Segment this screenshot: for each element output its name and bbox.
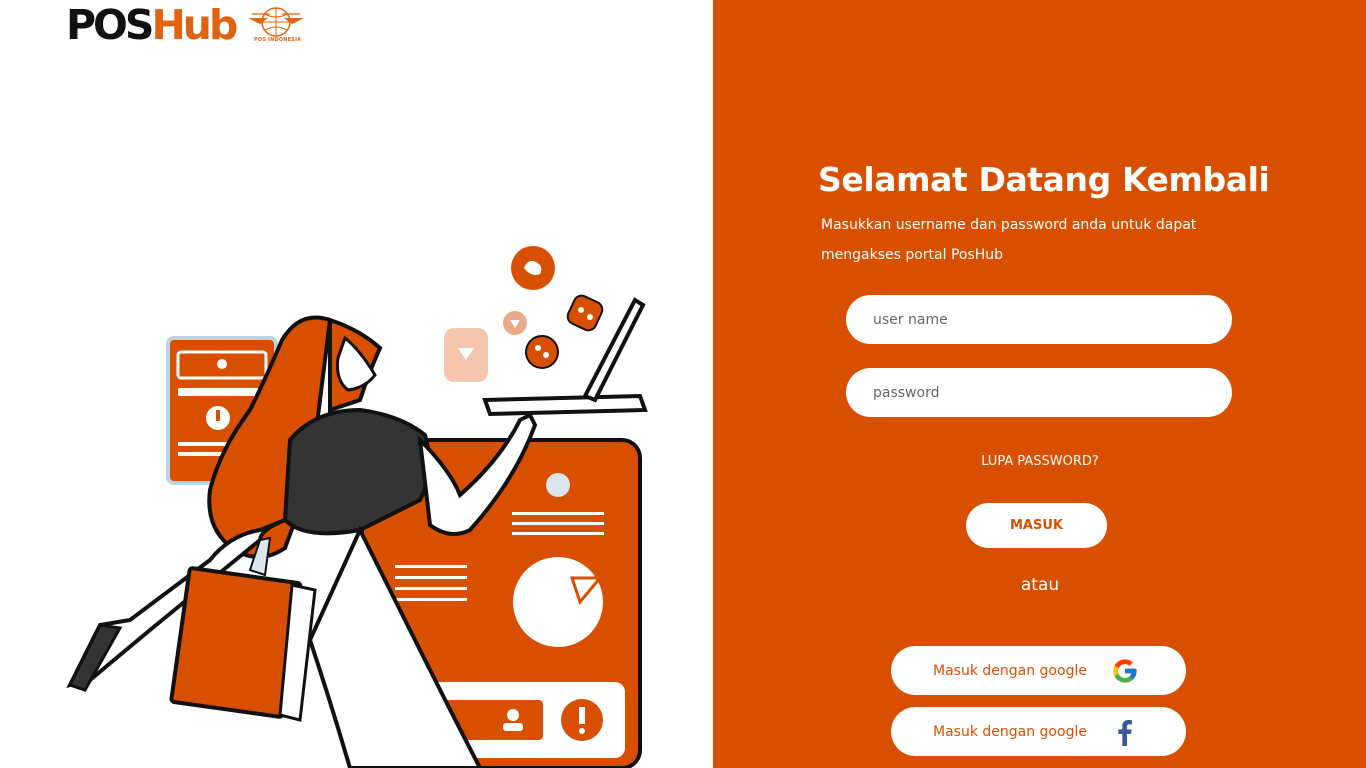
woman-laptop-illustration [66,246,648,768]
illustration-panel: POS Hub POS INDONESIA [0,0,713,768]
facebook-login-button[interactable]: Masuk dengan google [891,707,1186,756]
pos-indonesia-label: POS INDONESIA [254,37,302,43]
google-login-button[interactable]: Masuk dengan google [891,646,1186,695]
login-button[interactable]: MASUK [966,503,1107,548]
welcome-subtitle: Masukkan username dan password anda untu… [821,217,1197,263]
or-divider-text: atau [1020,575,1060,595]
google-icon [1113,659,1137,683]
poshub-logo: POS Hub [66,1,238,49]
logo-hub-text: Hub [151,1,238,49]
facebook-login-label: Masuk dengan google [933,723,1087,740]
facebook-icon [1118,720,1132,746]
forgot-password-link[interactable]: LUPA PASSWORD? [940,454,1140,469]
logo-pos-text: POS [66,1,154,49]
google-login-label: Masuk dengan google [933,662,1087,679]
username-input[interactable] [846,295,1232,344]
password-input[interactable] [846,368,1232,417]
welcome-title: Selamat Datang Kembali [818,160,1270,199]
